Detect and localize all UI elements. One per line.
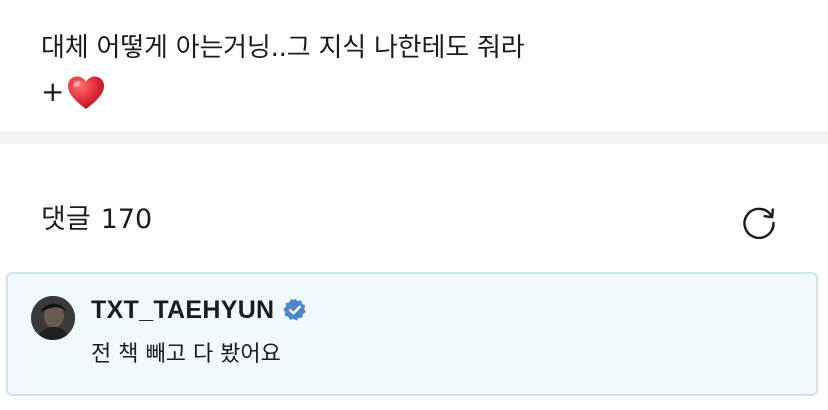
pinned-comment-card[interactable]: TXT_TAEHYUN 전 책 빼고 다 봤어요 bbox=[6, 272, 818, 396]
section-divider bbox=[0, 131, 828, 144]
reaction-row: + bbox=[41, 70, 524, 114]
post-body: 대체 어떻게 아는거닝..그 지식 나한테도 줘라 + bbox=[41, 26, 525, 114]
comments-header: 댓글 170 bbox=[41, 200, 152, 240]
comment-text: 전 책 빼고 다 봤어요 bbox=[91, 342, 281, 367]
reaction-prefix: + bbox=[41, 75, 65, 108]
author-row: TXT_TAEHYUN bbox=[91, 292, 308, 328]
refresh-button[interactable] bbox=[739, 202, 779, 242]
post-text: 대체 어떻게 아는거닝..그 지식 나한테도 줘라 bbox=[41, 33, 525, 63]
red-heart-icon bbox=[68, 76, 105, 109]
avatar-image bbox=[31, 296, 75, 340]
avatar[interactable] bbox=[31, 296, 75, 340]
comments-count: 170 bbox=[100, 204, 153, 235]
verified-badge-icon bbox=[283, 298, 307, 321]
refresh-icon bbox=[743, 207, 775, 239]
comments-label: 댓글 bbox=[41, 204, 91, 235]
author-name[interactable]: TXT_TAEHYUN bbox=[91, 296, 274, 325]
